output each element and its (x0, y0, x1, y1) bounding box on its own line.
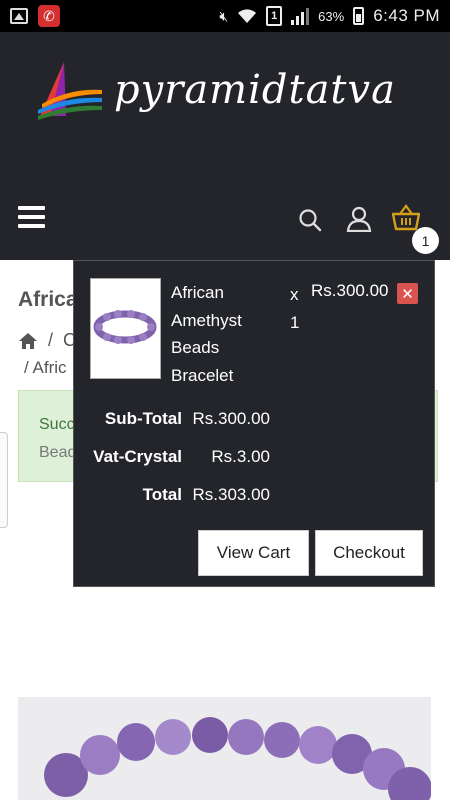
subtotal-label: Sub-Total (104, 409, 182, 428)
vat-row: Vat-Crystal Rs.3.00 (74, 447, 436, 477)
mute-icon: 🔇︎ (219, 7, 229, 24)
cart-item-name-line: African (171, 283, 224, 302)
cart-item-name-line: Bracelet (171, 365, 234, 385)
cart-item-name-line: Beads (171, 338, 220, 357)
basket-icon[interactable] (392, 204, 420, 232)
logo[interactable]: pyramidtatva (38, 60, 396, 120)
remove-item-button[interactable]: ✕ (397, 283, 418, 304)
battery-percent: 63% (318, 8, 345, 24)
breadcrumb-separator: / (48, 330, 54, 350)
cart-item-price: Rs.300.00 (311, 281, 389, 300)
gallery-notification-icon (10, 8, 28, 24)
alert-line: Bead (39, 444, 77, 461)
breadcrumb-current-label: Afric (32, 358, 67, 377)
site-header: pyramidtatva 1 (0, 32, 450, 260)
breadcrumb: / C (18, 330, 76, 351)
subtotal-row: Sub-Total Rs.300.00 (74, 409, 436, 439)
vat-value: Rs.3.00 (211, 447, 270, 466)
quantity-value: 1 (290, 313, 300, 332)
cart-item-quantity: x 1 (290, 281, 299, 337)
cart-dropdown: African Amethyst Beads Bracelet x 1 Rs.3… (73, 260, 435, 587)
logo-text: pyramidtatva (114, 67, 396, 113)
sim-icon: 1 (266, 6, 283, 26)
total-label: Total (142, 485, 182, 504)
total-value: Rs.303.00 (192, 485, 271, 504)
quantity-multiplier: x (290, 285, 299, 304)
vat-label: Vat-Crystal (93, 447, 182, 466)
wifi-icon (238, 9, 257, 23)
product-image[interactable] (18, 697, 431, 800)
view-cart-button[interactable]: View Cart (198, 530, 309, 576)
search-icon[interactable] (298, 208, 322, 232)
checkout-button[interactable]: Checkout (315, 530, 423, 576)
breadcrumb-separator: / (24, 358, 29, 377)
cart-count-badge[interactable]: 1 (412, 227, 439, 254)
close-icon: ✕ (401, 285, 414, 303)
cart-item-name-line: Amethyst (171, 310, 242, 330)
logo-pyramid-icon (38, 62, 102, 120)
alert-line: Succ (39, 416, 75, 433)
status-bar: ✆ 🔇︎ 1 63% 6:43 PM (0, 0, 450, 32)
bracelet-image (18, 697, 431, 800)
missed-call-icon: ✆ (38, 5, 60, 27)
menu-icon[interactable] (18, 206, 45, 228)
page-title: Africa (18, 288, 78, 311)
clock: 6:43 PM (373, 6, 440, 25)
bracelet-thumbnail (93, 310, 157, 344)
total-row: Total Rs.303.00 (74, 485, 436, 515)
side-tab-handle[interactable] (0, 432, 8, 528)
cart-item-thumbnail[interactable] (90, 278, 161, 379)
user-icon[interactable] (346, 206, 372, 232)
subtotal-value: Rs.300.00 (192, 409, 271, 428)
breadcrumb-current: / Afric (24, 358, 67, 378)
cart-item-name[interactable]: African Amethyst Beads Bracelet (171, 279, 281, 389)
battery-icon (353, 7, 365, 25)
home-icon[interactable] (18, 332, 38, 350)
signal-icon (291, 7, 310, 25)
